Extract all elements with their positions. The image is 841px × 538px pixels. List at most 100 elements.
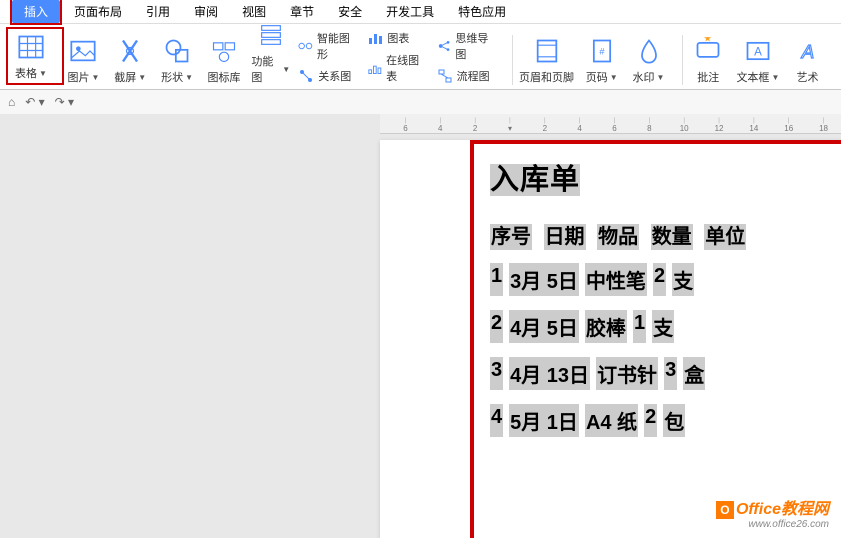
redo-button[interactable]: ↷ ▾: [55, 95, 74, 109]
cell-no: 3: [490, 357, 503, 390]
ribbon-divider: [512, 35, 513, 85]
shape-button[interactable]: 形状▼: [158, 35, 197, 85]
chart-column: 智能图形 关系图: [298, 29, 357, 85]
svg-text:A: A: [800, 41, 813, 62]
diagram-column: 思维导图 流程图: [437, 29, 496, 85]
cell-unit: 支: [652, 310, 674, 343]
pagenumber-button[interactable]: # 页码▼: [582, 35, 621, 85]
horizontal-ruler[interactable]: 6 4 2 ▾ 2 4 6 8 10 12 14 16 18: [380, 114, 841, 134]
cell-qty: 2: [644, 404, 657, 437]
watermark-text: Office教程网: [736, 501, 829, 518]
flowchart-button[interactable]: 流程图: [437, 68, 496, 84]
ruler-mark: 12: [702, 118, 737, 133]
comment-label: 批注: [697, 69, 719, 85]
iconlib-label: 图标库: [207, 69, 240, 85]
chevron-down-icon: ▼: [610, 73, 618, 82]
menu-tab-review[interactable]: 审阅: [182, 0, 230, 23]
watermark-button[interactable]: 水印▼: [629, 35, 668, 85]
cell-no: 2: [490, 310, 503, 343]
chevron-down-icon: ▼: [138, 73, 146, 82]
shape-icon: [161, 35, 193, 67]
ribbon-toolbar: 表格▼ 图片▼ 截屏▼ 形状▼ 图标库 功能图▼ 智能图形: [0, 24, 841, 90]
doc-title[interactable]: 入库单: [490, 164, 580, 196]
menu-bar: 插入 页面布局 引用 审阅 视图 章节 安全 开发工具 特色应用: [0, 0, 841, 24]
funcchart-icon: [255, 19, 287, 51]
ruler-mark: 18: [806, 118, 841, 133]
cell-qty: 3: [664, 357, 677, 390]
document-area: 6 4 2 ▾ 2 4 6 8 10 12 14 16 18 📄 入库单 序号 …: [0, 114, 841, 538]
ruler-mark: 16: [771, 118, 806, 133]
table-row[interactable]: 3 4月 13日 订书针 3 盒: [490, 357, 826, 390]
table-header-row[interactable]: 序号 日期 物品 数量 单位: [490, 220, 826, 249]
svg-text:★: ★: [704, 37, 712, 44]
cell-item: 胶棒: [585, 310, 627, 343]
site-watermark: OOffice教程网 www.office26.com: [716, 495, 829, 530]
headerfooter-button[interactable]: 页眉和页脚: [519, 35, 575, 85]
menu-tab-reference[interactable]: 引用: [134, 0, 182, 23]
watermark-url: www.office26.com: [716, 519, 829, 530]
wordart-label: 艺术: [797, 69, 819, 85]
menu-tab-special[interactable]: 特色应用: [446, 0, 518, 23]
ruler-mark: 6: [388, 118, 423, 133]
screenshot-button[interactable]: 截屏▼: [111, 35, 150, 85]
ruler-mark: 2: [527, 118, 562, 133]
mindmap-icon: [437, 38, 452, 54]
cell-no: 1: [490, 263, 503, 296]
watermark-label: 水印: [633, 69, 655, 85]
onlinechart-button[interactable]: 在线图表: [367, 52, 426, 84]
flowchart-label: 流程图: [457, 68, 490, 84]
svg-text:#: #: [599, 47, 605, 57]
pagenumber-icon: #: [586, 35, 618, 67]
table-row[interactable]: 2 4月 5日 胶棒 1 支: [490, 310, 826, 343]
quick-access-bar: ⌂ ↶ ▾ ↷ ▾: [0, 90, 841, 114]
chevron-down-icon: ▼: [657, 73, 665, 82]
table-label: 表格: [15, 65, 37, 81]
document-page[interactable]: 入库单 序号 日期 物品 数量 单位 1 3月 5日 中性笔 2 支 2 4月 …: [380, 140, 841, 538]
screenshot-icon: [114, 35, 146, 67]
home-icon[interactable]: ⌂: [8, 95, 15, 109]
menu-tab-security[interactable]: 安全: [326, 0, 374, 23]
header-item: 物品: [597, 224, 639, 250]
textbox-icon: A: [742, 35, 774, 67]
cell-date: 4月 5日: [509, 310, 579, 343]
cell-qty: 1: [633, 310, 646, 343]
smartart-button[interactable]: 智能图形: [298, 30, 357, 62]
table-icon: [15, 31, 47, 63]
comment-button[interactable]: ★ 批注: [689, 35, 728, 85]
chevron-down-icon: ▼: [91, 73, 99, 82]
menu-tab-devtools[interactable]: 开发工具: [374, 0, 446, 23]
menu-tab-page-layout[interactable]: 页面布局: [62, 0, 134, 23]
wordart-button[interactable]: A 艺术: [788, 35, 827, 85]
cell-unit: 盒: [683, 357, 705, 390]
comment-icon: ★: [692, 35, 724, 67]
picture-icon: [67, 35, 99, 67]
chart-label: 图表: [387, 30, 409, 46]
picture-button[interactable]: 图片▼: [64, 35, 103, 85]
cell-qty: 2: [653, 263, 666, 296]
iconlib-icon: [208, 35, 240, 67]
textbox-button[interactable]: A 文本框▼: [736, 35, 780, 85]
table-button[interactable]: 表格▼: [10, 31, 52, 81]
screenshot-label: 截屏: [114, 69, 136, 85]
cell-date: 4月 13日: [509, 357, 590, 390]
ruler-mark: 4: [562, 118, 597, 133]
table-row[interactable]: 4 5月 1日 A4 纸 2 包: [490, 404, 826, 437]
ruler-mark: 14: [736, 118, 771, 133]
funcchart-button[interactable]: 功能图▼: [251, 19, 290, 85]
ruler-mark: 10: [667, 118, 702, 133]
onlinechart-icon: [367, 60, 382, 76]
headerfooter-label: 页眉和页脚: [519, 69, 574, 85]
chart-button[interactable]: 图表: [367, 30, 426, 46]
relation-button[interactable]: 关系图: [298, 68, 357, 84]
mindmap-button[interactable]: 思维导图: [437, 30, 496, 62]
pagenumber-label: 页码: [586, 69, 608, 85]
cell-item: A4 纸: [585, 404, 638, 437]
menu-tab-insert[interactable]: 插入: [12, 0, 60, 23]
table-row[interactable]: 1 3月 5日 中性笔 2 支: [490, 263, 826, 296]
relation-label: 关系图: [318, 68, 351, 84]
iconlib-button[interactable]: 图标库: [205, 35, 244, 85]
smartart-icon: [298, 38, 313, 54]
ruler-mark: ▾: [493, 118, 528, 133]
undo-button[interactable]: ↶ ▾: [25, 95, 44, 109]
chart-column-2: 图表 在线图表: [367, 29, 426, 85]
